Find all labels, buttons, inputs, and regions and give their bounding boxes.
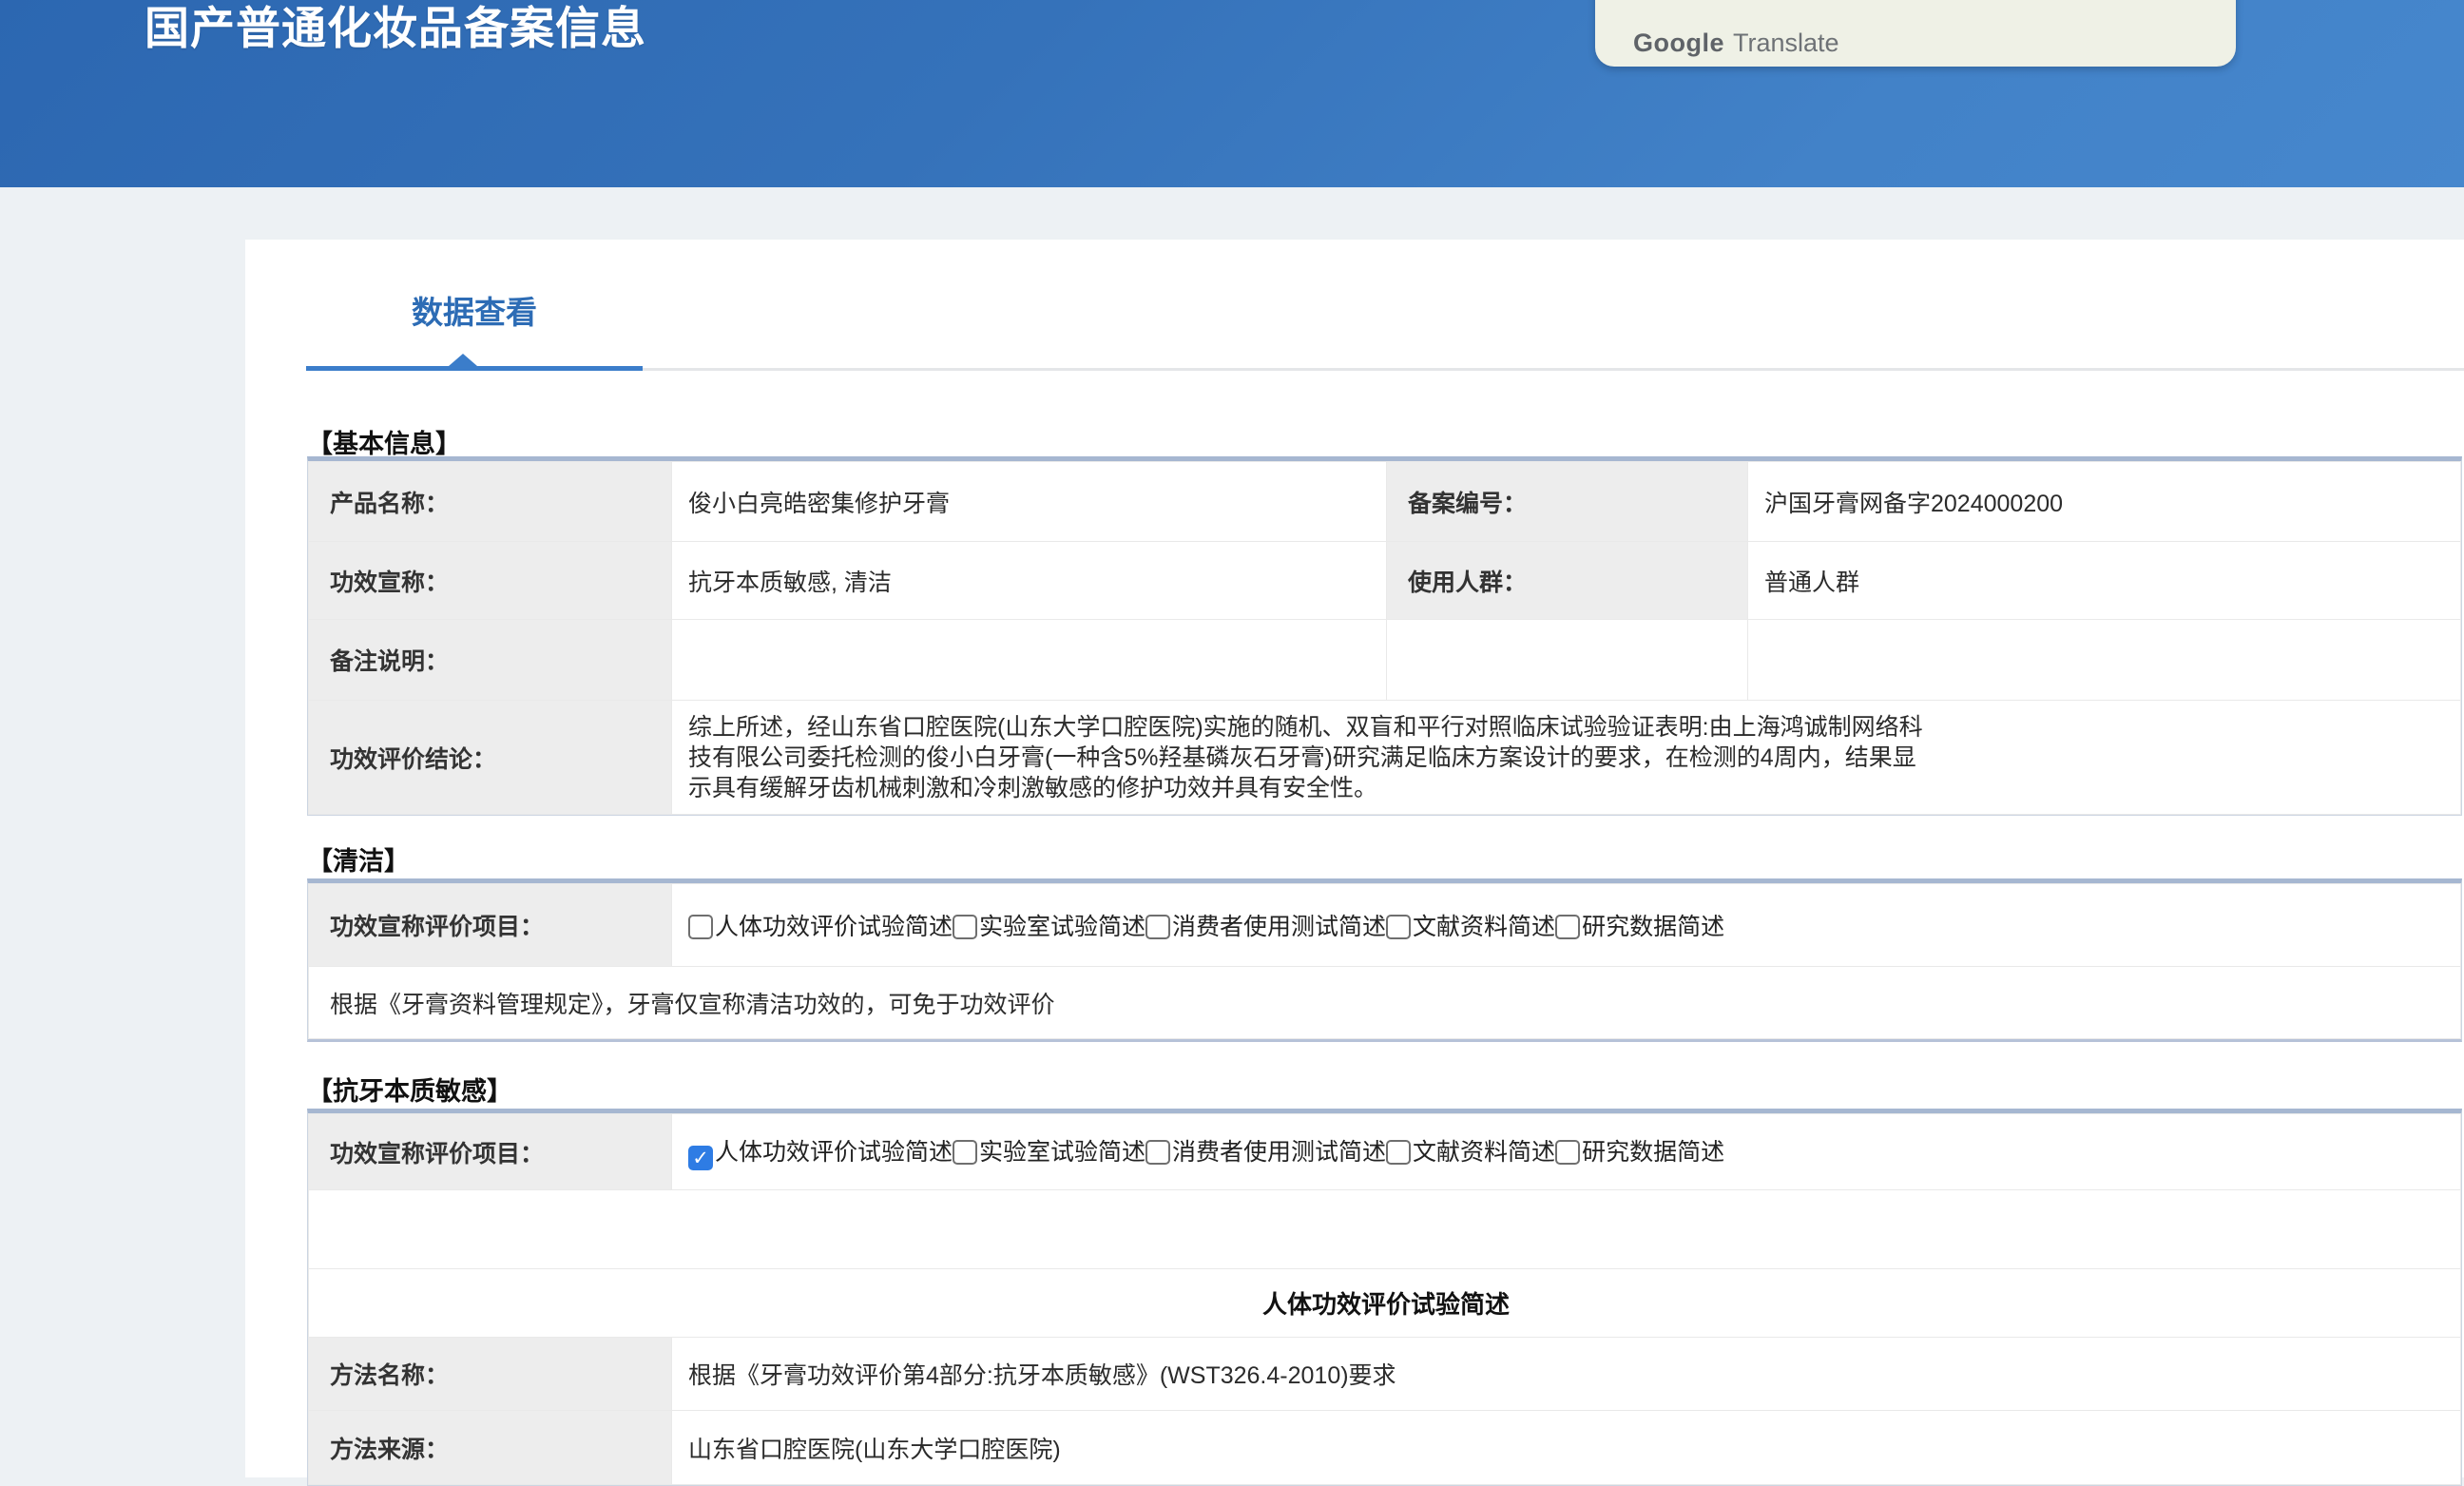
clean-literature-checkbox[interactable] [1386,915,1411,939]
anti-research-data-checkbox-item: 研究数据简述 [1555,1139,1724,1166]
anti-lab-test-checkbox-label: 实验室试验简述 [979,1139,1145,1166]
section-title-basic-info: 【基本信息】 [307,423,461,460]
clean-consumer-test-checkbox-item: 消费者使用测试简述 [1145,914,1386,940]
remark-value [672,620,1387,701]
empty-cell [1387,620,1748,701]
section-title-cleaning: 【清洁】 [307,840,410,878]
anti-consumer-test-checkbox-label: 消费者使用测试简述 [1172,1139,1386,1166]
claim-evaluation-items-label: 功效宣称评价项目： [309,1114,672,1190]
clean-human-efficacy-trial-checkbox-item: 人体功效评价试验简述 [688,914,953,940]
anti-human-efficacy-trial-checkbox-label: 人体功效评价试验简述 [715,1139,953,1166]
claim-evaluation-items-label: 功效宣称评价项目： [309,884,672,967]
cleaning-exemption-note: 根据《牙膏资料管理规定》，牙膏仅宣称清洁功效的，可免于功效评价 [309,967,2461,1039]
table-row: 功效宣称评价项目： 人体功效评价试验简述实验室试验简述 消费者使用测试简述 文献资料… [309,884,2461,967]
google-translate-text: Google Translate [1633,29,1839,58]
method-source-value: 山东省口腔医院(山东大学口腔医院) [672,1411,2461,1485]
clean-literature-checkbox-label: 文献资料简述 [1413,914,1555,940]
tab-bar-divider [643,368,2464,371]
method-source-label: 方法来源： [309,1411,672,1485]
tab-data-view[interactable]: 数据查看 [306,287,643,333]
clean-human-efficacy-trial-checkbox-label: 人体功效评价试验简述 [715,914,953,940]
evaluation-conclusion-value: 综上所述，经山东省口腔医院(山东大学口腔医院)实施的随机、双盲和平行对照临床试验… [672,701,2461,815]
clean-human-efficacy-trial-checkbox[interactable] [688,915,713,939]
filing-number-label: 备案编号： [1387,462,1748,542]
clean-lab-test-checkbox-item: 实验室试验简述 [953,914,1145,940]
content-card: 数据查看 【基本信息】 产品名称： 俊小白亮皓密集修护牙膏 备案编号： 沪国牙膏… [245,240,2464,1477]
clean-literature-checkbox-item: 文献资料简述 [1386,914,1555,940]
efficacy-claim-value: 抗牙本质敏感, 清洁 [672,542,1387,620]
translate-label: Translate [1733,29,1839,57]
remark-label: 备注说明： [309,620,672,701]
anti-research-data-checkbox[interactable] [1555,1140,1580,1165]
product-name-value: 俊小白亮皓密集修护牙膏 [672,462,1387,542]
cleaning-table: 功效宣称评价项目： 人体功效评价试验简述实验室试验简述 消费者使用测试简述 文献资料… [307,878,2462,1042]
clean-lab-test-checkbox[interactable] [953,915,977,939]
anti-human-efficacy-trial-checkbox[interactable]: ✓ [688,1146,713,1170]
basic-info-table: 产品名称： 俊小白亮皓密集修护牙膏 备案编号： 沪国牙膏网备字202400020… [307,456,2462,816]
table-row: 方法名称： 根据《牙膏功效评价第4部分:抗牙本质敏感》(WST326.4-201… [309,1338,2461,1411]
page-header-banner: 国产普通化妆品备案信息 Google Translate [0,0,2464,187]
table-row: 功效宣称： 抗牙本质敏感, 清洁 使用人群： 普通人群 [309,542,2461,620]
anti-research-data-checkbox-label: 研究数据简述 [1582,1139,1724,1166]
anti-literature-checkbox-label: 文献资料简述 [1413,1139,1555,1166]
page-title: 国产普通化妆品备案信息 [144,0,646,57]
clean-research-data-checkbox[interactable] [1555,915,1580,939]
clean-research-data-checkbox-item: 研究数据简述 [1555,914,1724,940]
anti-literature-checkbox[interactable] [1386,1140,1411,1165]
human-efficacy-trial-subsection-title: 人体功效评价试验简述 [309,1269,2461,1338]
method-name-label: 方法名称： [309,1338,672,1411]
anti-lab-test-checkbox[interactable] [953,1140,977,1165]
anti-consumer-test-checkbox[interactable] [1145,1140,1170,1165]
table-row [309,1190,2461,1269]
clean-lab-test-checkbox-label: 实验室试验简述 [979,914,1145,940]
cleaning-checkbox-row: 人体功效评价试验简述实验室试验简述 消费者使用测试简述 文献资料简述 研究数据简述 [672,884,2461,967]
target-users-value: 普通人群 [1748,542,2461,620]
anti-lab-test-checkbox-item: 实验室试验简述 [953,1139,1145,1166]
table-row: 备注说明： [309,620,2461,701]
empty-cell [1748,620,2461,701]
anti-sensitivity-checkbox-row: ✓人体功效评价试验简述实验室试验简述消费者使用测试简述文献资料简述研究数据简述 [672,1114,2461,1190]
table-row: 人体功效评价试验简述 [309,1269,2461,1338]
target-users-label: 使用人群： [1387,542,1748,620]
tab-active-underline [306,366,643,371]
filing-number-value: 沪国牙膏网备字2024000200 [1748,462,2461,542]
table-row: 根据《牙膏资料管理规定》，牙膏仅宣称清洁功效的，可免于功效评价 [309,967,2461,1039]
product-name-label: 产品名称： [309,462,672,542]
evaluation-conclusion-label: 功效评价结论： [309,701,672,815]
table-row: 功效宣称评价项目： ✓人体功效评价试验简述实验室试验简述消费者使用测试简述文献资… [309,1114,2461,1190]
method-name-value: 根据《牙膏功效评价第4部分:抗牙本质敏感》(WST326.4-2010)要求 [672,1338,2461,1411]
section-title-anti-sensitivity: 【抗牙本质敏感】 [307,1071,512,1108]
clean-research-data-checkbox-label: 研究数据简述 [1582,914,1724,940]
tab-active-caret-icon [449,354,477,366]
anti-literature-checkbox-item: 文献资料简述 [1386,1139,1555,1166]
clean-consumer-test-checkbox-label: 消费者使用测试简述 [1172,914,1386,940]
table-row: 产品名称： 俊小白亮皓密集修护牙膏 备案编号： 沪国牙膏网备字202400020… [309,462,2461,542]
empty-cell [309,1190,2461,1269]
anti-consumer-test-checkbox-item: 消费者使用测试简述 [1145,1139,1386,1166]
anti-sensitivity-table: 功效宣称评价项目： ✓人体功效评价试验简述实验室试验简述消费者使用测试简述文献资… [307,1109,2462,1486]
table-row: 功效评价结论： 综上所述，经山东省口腔医院(山东大学口腔医院)实施的随机、双盲和… [309,701,2461,815]
anti-human-efficacy-trial-checkbox-item: ✓人体功效评价试验简述 [688,1139,953,1166]
clean-consumer-test-checkbox[interactable] [1145,915,1170,939]
efficacy-claim-label: 功效宣称： [309,542,672,620]
google-translate-widget[interactable]: Google Translate [1595,0,2236,67]
google-logo-text: Google [1633,29,1724,57]
table-row: 方法来源： 山东省口腔医院(山东大学口腔医院) [309,1411,2461,1485]
